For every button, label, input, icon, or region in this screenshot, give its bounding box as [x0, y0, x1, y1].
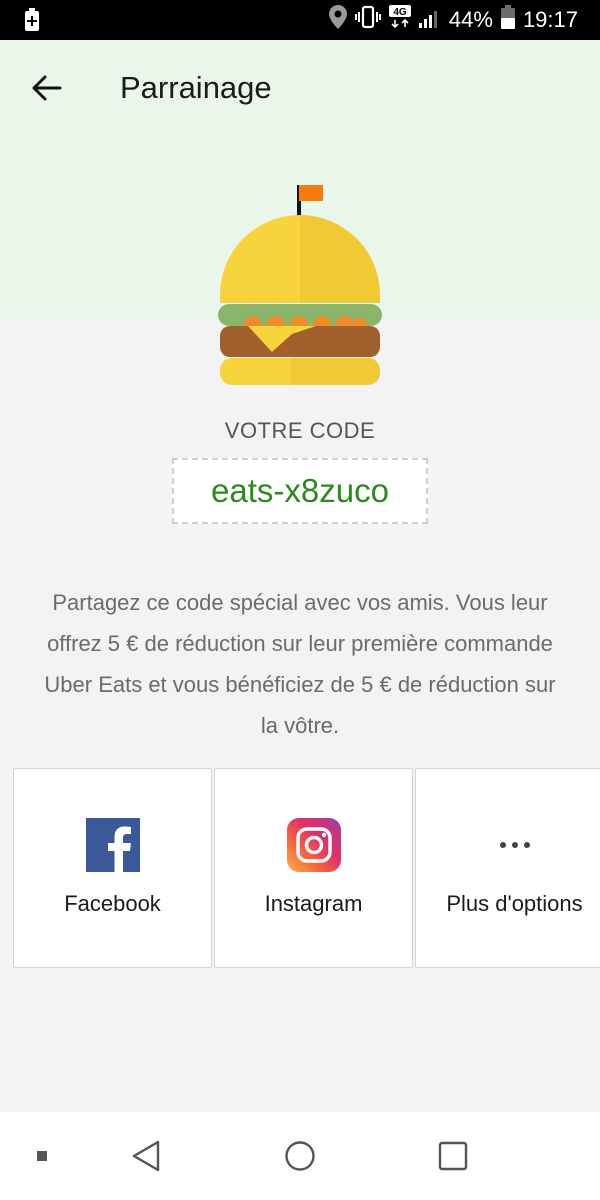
referral-code[interactable]: eats-x8zuco [172, 458, 428, 524]
nav-dot-icon [37, 1151, 47, 1161]
nav-back-button[interactable] [101, 1112, 191, 1200]
facebook-icon [85, 818, 140, 872]
battery-percent: 44% [448, 7, 493, 32]
navigation-bar [0, 1112, 600, 1200]
code-label: VOTRE CODE [224, 418, 376, 443]
nav-home-button[interactable] [255, 1112, 345, 1200]
burger-illustration [210, 180, 390, 395]
more-options-icon [499, 842, 530, 848]
vibrate-icon [354, 5, 381, 35]
battery-icon [500, 5, 515, 35]
nav-back-icon [132, 1140, 160, 1172]
nav-recents-button[interactable] [408, 1112, 498, 1200]
location-icon [328, 5, 347, 35]
network-4g-icon: 4G [388, 5, 411, 35]
nav-home-icon [285, 1141, 315, 1171]
share-facebook-button[interactable]: Facebook [13, 768, 212, 968]
share-facebook-label: Facebook [64, 891, 161, 916]
status-time: 19:17 [522, 7, 578, 32]
nav-recents-icon [438, 1141, 468, 1171]
signal-icon [418, 6, 441, 34]
page-title: Parrainage [120, 70, 272, 105]
share-options: Facebook Instagram Plus d'options [13, 768, 600, 968]
status-bar: 4G 44% 19:17 [0, 0, 600, 40]
share-instagram-label: Instagram [264, 891, 363, 916]
share-instagram-button[interactable]: Instagram [214, 768, 413, 968]
back-arrow-icon [32, 75, 62, 101]
instagram-icon [286, 818, 341, 872]
back-button[interactable] [22, 68, 72, 108]
share-more-options-button[interactable]: Plus d'options [415, 768, 600, 968]
referral-description: Partagez ce code spécial avec vos amis. … [44, 590, 556, 738]
svg-text:4G: 4G [393, 7, 407, 18]
share-more-options-label: Plus d'options [446, 891, 583, 916]
nav-extra-button[interactable] [0, 1112, 84, 1200]
battery-saver-icon [22, 8, 42, 37]
